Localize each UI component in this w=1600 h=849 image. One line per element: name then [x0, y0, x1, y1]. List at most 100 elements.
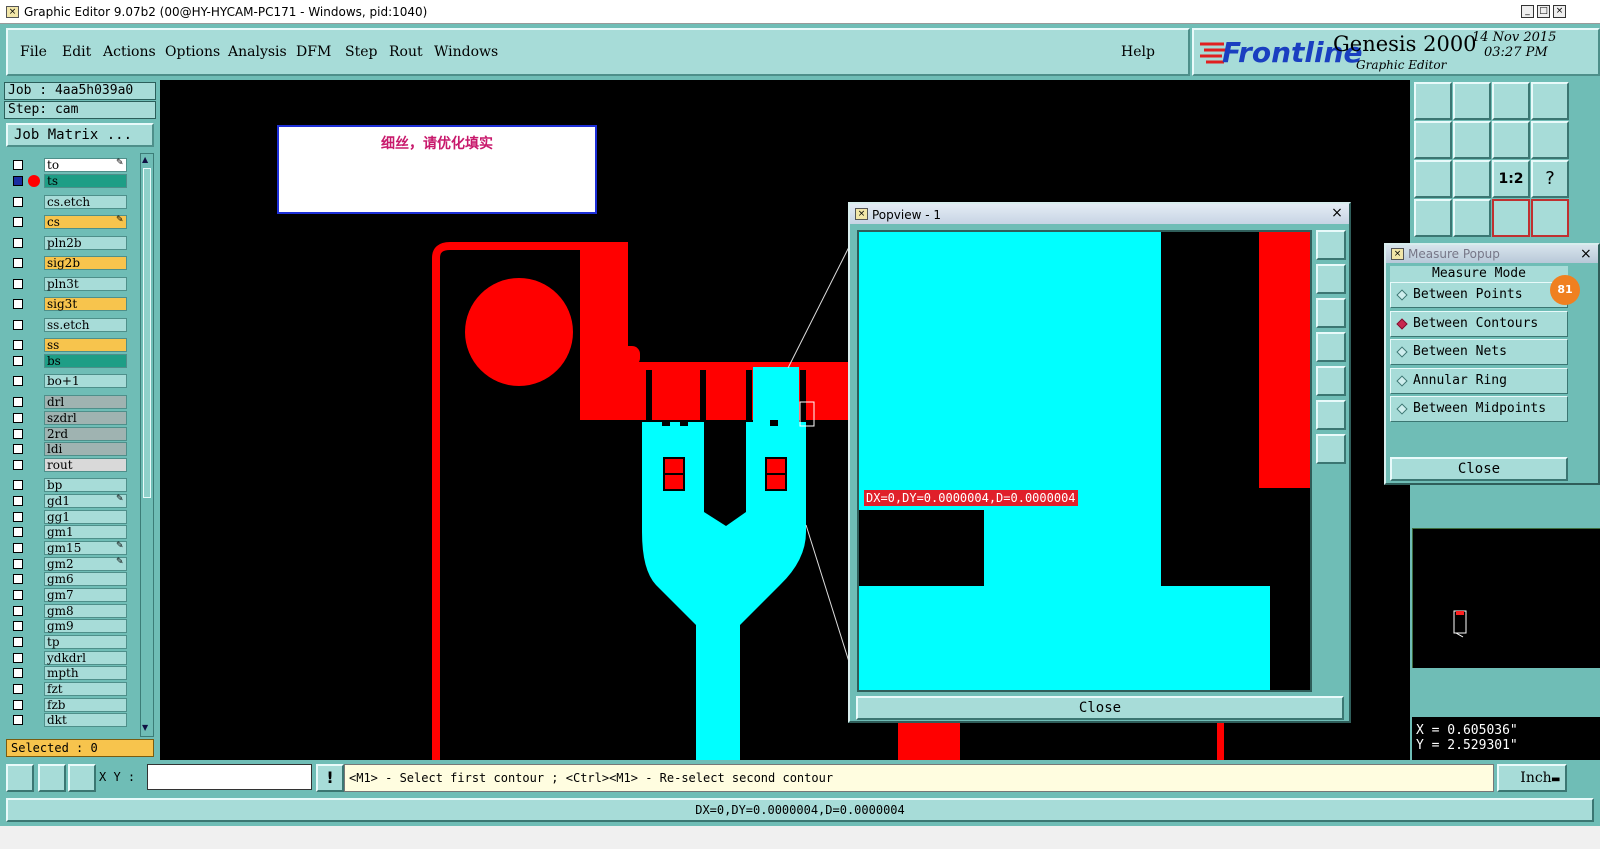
layer-checkbox[interactable] [13, 543, 23, 553]
layer-name[interactable]: gm15 [44, 541, 127, 555]
menu-dfm[interactable]: DFM [296, 44, 331, 60]
zoom-in-icon[interactable] [1316, 400, 1346, 430]
layer-checkbox[interactable] [13, 258, 23, 268]
layer-name[interactable]: fzb [44, 698, 127, 712]
menu-file[interactable]: File [20, 44, 47, 60]
angle-tool-icon[interactable] [38, 764, 66, 792]
option-between-contours[interactable]: Between Contours [1390, 311, 1568, 337]
move-right-icon[interactable] [1453, 121, 1491, 159]
layer-row[interactable]: bs [8, 354, 128, 368]
popview-close-icon[interactable]: × [1330, 206, 1344, 221]
option-between-midpoints[interactable]: Between Midpoints [1390, 396, 1568, 422]
layer-name[interactable]: gg1 [44, 510, 127, 524]
scale-1-2-icon[interactable]: 1:2 [1492, 160, 1530, 198]
layer-row[interactable]: ydkdrl [8, 651, 128, 665]
move-left-icon[interactable] [1414, 121, 1452, 159]
layer-checkbox[interactable] [13, 413, 23, 423]
layer-row[interactable]: to ✎ [8, 158, 128, 172]
layer-row[interactable]: gm15 ✎ [8, 541, 128, 555]
layer-checkbox[interactable] [13, 238, 23, 248]
xy-input[interactable] [147, 764, 312, 790]
layer-name[interactable]: 2rd [44, 427, 127, 441]
layer-name[interactable]: fzt [44, 682, 127, 696]
layer-row[interactable]: drl [8, 395, 128, 409]
menu-edit[interactable]: Edit [62, 44, 91, 60]
net-icon[interactable] [1453, 199, 1491, 237]
layer-row[interactable]: rout [8, 458, 128, 472]
layer-name[interactable]: sig3t [44, 297, 127, 311]
pan-icon[interactable] [1453, 160, 1491, 198]
layer-row[interactable]: 2rd [8, 427, 128, 441]
layer-checkbox[interactable] [13, 160, 23, 170]
scroll-up-icon[interactable]: ▲ [142, 155, 152, 165]
zoom-out-icon[interactable] [1316, 434, 1346, 464]
scroll-down-icon[interactable]: ▼ [142, 723, 152, 733]
zoom-fit-icon[interactable] [1316, 230, 1346, 260]
popview-canvas[interactable]: DX=0,DY=0.0000004,D=0.0000004 [857, 230, 1312, 692]
layer-name[interactable]: ydkdrl [44, 651, 127, 665]
option-between-nets[interactable]: Between Nets [1390, 339, 1568, 365]
connectivity-icon[interactable] [1531, 199, 1569, 237]
layer-row[interactable]: gm9 [8, 619, 128, 633]
help-icon[interactable]: ? [1531, 160, 1569, 198]
home-icon[interactable] [1492, 82, 1530, 120]
layer-checkbox[interactable] [13, 320, 23, 330]
layer-checkbox[interactable] [13, 496, 23, 506]
layer-name[interactable]: gm7 [44, 588, 127, 602]
zoom-box-icon[interactable] [1414, 160, 1452, 198]
layer-row[interactable]: ldi [8, 442, 128, 456]
layer-checkbox[interactable] [13, 653, 23, 663]
layer-list-scrollbar[interactable]: ▲ ▼ [140, 153, 154, 737]
layer-name[interactable]: to [44, 158, 127, 172]
layer-name[interactable]: tp [44, 635, 127, 649]
layer-row[interactable]: gm2 ✎ [8, 557, 128, 571]
layer-checkbox[interactable] [13, 527, 23, 537]
grid-tool-icon[interactable] [68, 764, 96, 792]
layer-row[interactable]: ss [8, 338, 128, 352]
layer-row[interactable]: cs.etch [8, 195, 128, 209]
measure-close-button[interactable]: Close [1390, 457, 1568, 481]
layer-name[interactable]: ss.etch [44, 318, 127, 332]
layer-name[interactable]: mpth [44, 666, 127, 680]
layer-checkbox[interactable] [13, 637, 23, 647]
layer-row[interactable]: gm1 [8, 525, 128, 539]
layer-checkbox[interactable] [13, 621, 23, 631]
swap-icon[interactable] [1492, 121, 1530, 159]
menu-analysis[interactable]: Analysis [228, 44, 287, 60]
layer-checkbox[interactable] [13, 590, 23, 600]
layer-name[interactable]: cs.etch [44, 195, 127, 209]
measure-icon[interactable] [1414, 199, 1452, 237]
layer-name[interactable]: ts [44, 174, 127, 188]
layer-name[interactable]: rout [44, 458, 127, 472]
layer-checkbox[interactable] [13, 574, 23, 584]
layer-row[interactable]: pln3t [8, 277, 128, 291]
layer-name[interactable]: gm2 [44, 557, 127, 571]
overview-map[interactable] [1412, 528, 1600, 668]
layer-row[interactable]: tp [8, 635, 128, 649]
layer-row[interactable]: sig2b [8, 256, 128, 270]
layer-name[interactable]: ss [44, 338, 127, 352]
layer-checkbox[interactable] [13, 356, 23, 366]
step-up-icon[interactable] [1414, 82, 1452, 120]
layer-row[interactable]: gg1 [8, 510, 128, 524]
measure-close-icon[interactable]: × [1580, 246, 1594, 262]
layer-row[interactable]: ss.etch [8, 318, 128, 332]
layer-checkbox[interactable] [13, 668, 23, 678]
layer-name[interactable]: gm1 [44, 525, 127, 539]
option-annular-ring[interactable]: Annular Ring [1390, 368, 1568, 394]
layer-checkbox[interactable] [13, 299, 23, 309]
layer-row[interactable]: sig3t [8, 297, 128, 311]
layer-name[interactable]: gm9 [44, 619, 127, 633]
grid-icon[interactable] [1531, 82, 1569, 120]
layer-row[interactable]: bp [8, 478, 128, 492]
layer-row[interactable]: gm6 [8, 572, 128, 586]
layer-checkbox[interactable] [13, 340, 23, 350]
layer-row[interactable]: fzb [8, 698, 128, 712]
layer-name[interactable]: bp [44, 478, 127, 492]
warning-button[interactable]: ! [316, 764, 344, 792]
layer-row[interactable]: fzt [8, 682, 128, 696]
layer-row[interactable]: gm7 [8, 588, 128, 602]
layer-name[interactable]: pln2b [44, 236, 127, 250]
layer-checkbox[interactable] [13, 397, 23, 407]
layer-row[interactable]: mpth [8, 666, 128, 680]
